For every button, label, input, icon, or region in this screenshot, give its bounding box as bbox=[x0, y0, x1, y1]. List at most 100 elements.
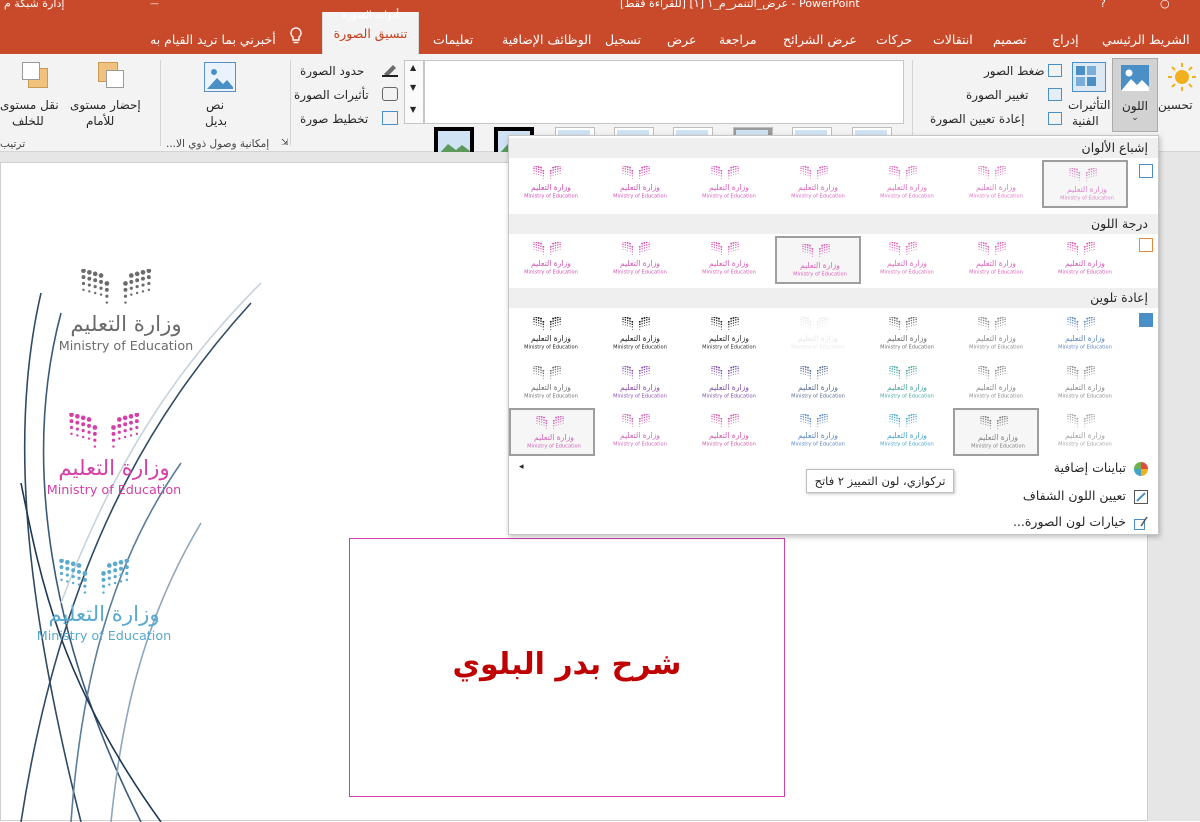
transparent-color-icon bbox=[1134, 490, 1148, 504]
svg-text:Ministry of Education: Ministry of Education bbox=[47, 483, 181, 498]
artistic-effects-label-2[interactable]: الفنية bbox=[1072, 114, 1099, 128]
recolor-option[interactable]: وزارة التعليمMinistry of Education bbox=[597, 360, 683, 408]
minimize-icon[interactable]: — bbox=[150, 0, 159, 9]
svg-text:وزارة التعليم: وزارة التعليم bbox=[70, 312, 181, 337]
recolor-option[interactable]: وزارة التعليمMinistry of Education bbox=[686, 408, 772, 456]
svg-text:Ministry of Education: Ministry of Education bbox=[969, 344, 1023, 350]
svg-text:وزارة التعليم: وزارة التعليم bbox=[531, 183, 571, 192]
dialog-launcher-icon[interactable]: ⇲ bbox=[281, 138, 289, 148]
picture-effects-button[interactable]: تأثيرات الصورة bbox=[294, 88, 369, 102]
tone-option[interactable]: وزارة التعليم Ministry of Education bbox=[864, 236, 950, 284]
tab-design[interactable]: تصميم bbox=[993, 32, 1027, 47]
tab-transitions[interactable]: انتقالات bbox=[933, 32, 973, 47]
saturation-option[interactable]: وزارة التعليم Ministry of Education bbox=[508, 160, 594, 208]
tab-record[interactable]: تسجيل bbox=[605, 32, 641, 47]
tab-help[interactable]: تعليمات bbox=[433, 32, 473, 47]
corrections-button[interactable]: تحسين bbox=[1158, 98, 1193, 112]
option-preview: وزارة التعليمMinistry of Education bbox=[601, 412, 679, 448]
recolor-option[interactable]: وزارة التعليمMinistry of Education bbox=[775, 311, 861, 359]
svg-text:وزارة التعليم: وزارة التعليم bbox=[800, 261, 840, 270]
recolor-option[interactable]: وزارة التعليمMinistry of Education bbox=[864, 408, 950, 456]
recolor-option[interactable]: وزارة التعليمMinistry of Education bbox=[864, 311, 950, 359]
restore-icon[interactable]: ○ bbox=[1160, 0, 1170, 10]
recolor-option[interactable]: وزارة التعليمMinistry of Education bbox=[508, 311, 594, 359]
tab-review[interactable]: مراجعة bbox=[719, 32, 757, 47]
svg-text:Ministry of Education: Ministry of Education bbox=[524, 344, 578, 350]
color-button[interactable]: اللون ⌄ bbox=[1112, 58, 1158, 132]
recolor-option-selected[interactable]: وزارة التعليم Ministry of Education bbox=[509, 408, 595, 456]
ministry-logo-teal[interactable]: وزارة التعليم Ministry of Education bbox=[19, 558, 189, 652]
recolor-option[interactable]: وزارة التعليمMinistry of Education bbox=[686, 360, 772, 408]
tab-home[interactable]: الشريط الرئيسي bbox=[1102, 32, 1190, 47]
tone-option[interactable]: وزارة التعليم Ministry of Education bbox=[953, 236, 1039, 284]
recolor-option[interactable]: وزارة التعليمMinistry of Education bbox=[1042, 360, 1128, 408]
tone-option[interactable]: وزارة التعليم Ministry of Education bbox=[1042, 236, 1128, 284]
svg-text:Ministry of Education: Ministry of Education bbox=[524, 393, 578, 399]
gallery-scroll[interactable]: ▲ ▼ ▼ bbox=[404, 60, 424, 124]
artistic-effects-label-1[interactable]: التأثيرات bbox=[1068, 98, 1110, 112]
recolor-option[interactable]: وزارة التعليمMinistry of Education bbox=[775, 360, 861, 408]
picture-color-options-item[interactable]: خيارات لون الصورة... bbox=[1013, 514, 1126, 529]
option-preview: وزارة التعليمMinistry of Education bbox=[1046, 240, 1124, 276]
saturation-option[interactable]: وزارة التعليم Ministry of Education bbox=[864, 160, 950, 208]
recolor-option[interactable]: وزارة التعليمMinistry of Education bbox=[775, 408, 861, 456]
alt-text-label-2[interactable]: بديل bbox=[205, 114, 227, 128]
recolor-option[interactable]: وزارة التعليمMinistry of Education bbox=[1042, 311, 1128, 359]
saturation-option[interactable]: وزارة التعليم Ministry of Education bbox=[597, 160, 683, 208]
svg-text:وزارة التعليم: وزارة التعليم bbox=[1065, 383, 1105, 392]
tab-picture-format[interactable]: أدوات الصورة تنسيق الصورة bbox=[322, 10, 419, 54]
recolor-option[interactable]: وزارة التعليمMinistry of Education bbox=[953, 360, 1039, 408]
svg-text:Ministry of Education: Ministry of Education bbox=[1058, 393, 1112, 399]
recolor-option[interactable]: وزارة التعليمMinistry of Education bbox=[1042, 408, 1128, 456]
recolor-option[interactable]: وزارة التعليمMinistry of Education bbox=[864, 360, 950, 408]
saturation-option[interactable]: وزارة التعليم Ministry of Education bbox=[953, 160, 1039, 208]
ministry-logo-pink[interactable]: وزارة التعليم Ministry of Education bbox=[29, 412, 199, 506]
saturation-option[interactable]: وزارة التعليم Ministry of Education bbox=[1042, 160, 1128, 208]
saturation-option[interactable]: وزارة التعليم Ministry of Education bbox=[686, 160, 772, 208]
svg-text:وزارة التعليم: وزارة التعليم bbox=[1065, 334, 1105, 343]
option-preview: وزارة التعليمMinistry of Education bbox=[957, 315, 1035, 351]
tell-me-box[interactable]: أخبرني بما تريد القيام به bbox=[150, 32, 276, 47]
tab-addins[interactable]: الوظائف الإضافية bbox=[502, 32, 591, 47]
lightbulb-icon bbox=[288, 26, 304, 49]
bring-forward-label-1[interactable]: إحضار مستوى bbox=[70, 98, 141, 112]
svg-text:وزارة التعليم: وزارة التعليم bbox=[887, 183, 927, 192]
tone-option[interactable]: وزارة التعليم Ministry of Education bbox=[686, 236, 772, 284]
svg-text:وزارة التعليم: وزارة التعليم bbox=[709, 259, 749, 268]
svg-text:وزارة التعليم: وزارة التعليم bbox=[798, 334, 838, 343]
svg-text:Ministry of Education: Ministry of Education bbox=[37, 629, 171, 644]
picture-layout-button[interactable]: تخطيط صورة bbox=[300, 112, 368, 126]
option-preview: وزارة التعليمMinistry of Education bbox=[779, 364, 857, 400]
recolor-option[interactable]: وزارة التعليمMinistry of Education bbox=[953, 311, 1039, 359]
recolor-option[interactable]: وزارة التعليمMinistry of Education bbox=[508, 360, 594, 408]
svg-text:وزارة التعليم: وزارة التعليم bbox=[620, 431, 660, 440]
change-picture-button[interactable]: تغيير الصورة bbox=[966, 88, 1028, 102]
option-preview: وزارة التعليمMinistry of Education bbox=[1046, 364, 1124, 400]
tab-slideshow[interactable]: عرض الشرائح bbox=[783, 32, 857, 47]
tab-view[interactable]: عرض bbox=[667, 32, 696, 47]
tab-animations[interactable]: حركات bbox=[876, 32, 912, 47]
alt-text-label-1[interactable]: نص bbox=[206, 98, 224, 112]
recolor-option[interactable]: وزارة التعليمMinistry of Education bbox=[953, 408, 1039, 456]
set-transparent-color-item[interactable]: تعيين اللون الشفاف bbox=[1023, 488, 1126, 503]
title-textbox[interactable]: شرح بدر البلوي bbox=[349, 538, 785, 797]
tone-option[interactable]: وزارة التعليم Ministry of Education bbox=[508, 236, 594, 284]
recolor-option[interactable]: وزارة التعليمMinistry of Education bbox=[597, 311, 683, 359]
recolor-option[interactable]: وزارة التعليمMinistry of Education bbox=[597, 408, 683, 456]
scroll-left-icon[interactable]: ◂ bbox=[519, 462, 524, 472]
tone-option[interactable]: وزارة التعليم Ministry of Education bbox=[597, 236, 683, 284]
tab-insert[interactable]: إدراج bbox=[1052, 32, 1079, 47]
reset-picture-button[interactable]: إعادة تعيين الصورة bbox=[930, 112, 1025, 126]
send-backward-label-1[interactable]: نقل مستوى bbox=[0, 98, 59, 112]
more-variations-item[interactable]: تباينات إضافية bbox=[1054, 460, 1126, 475]
help-icon[interactable]: ? bbox=[1100, 0, 1106, 10]
send-backward-label-2[interactable]: للخلف bbox=[12, 114, 44, 128]
bring-forward-label-2[interactable]: للأمام bbox=[86, 114, 114, 128]
option-preview: وزارة التعليمMinistry of Education bbox=[1048, 166, 1126, 202]
tone-option[interactable]: وزارة التعليم Ministry of Education bbox=[775, 236, 861, 284]
ministry-logo-gray[interactable]: وزارة التعليم Ministry of Education bbox=[41, 268, 211, 362]
compress-pictures-button[interactable]: ضغط الصور bbox=[984, 64, 1045, 78]
saturation-option[interactable]: وزارة التعليم Ministry of Education bbox=[775, 160, 861, 208]
recolor-option[interactable]: وزارة التعليمMinistry of Education bbox=[686, 311, 772, 359]
picture-border-button[interactable]: حدود الصورة bbox=[300, 64, 364, 78]
